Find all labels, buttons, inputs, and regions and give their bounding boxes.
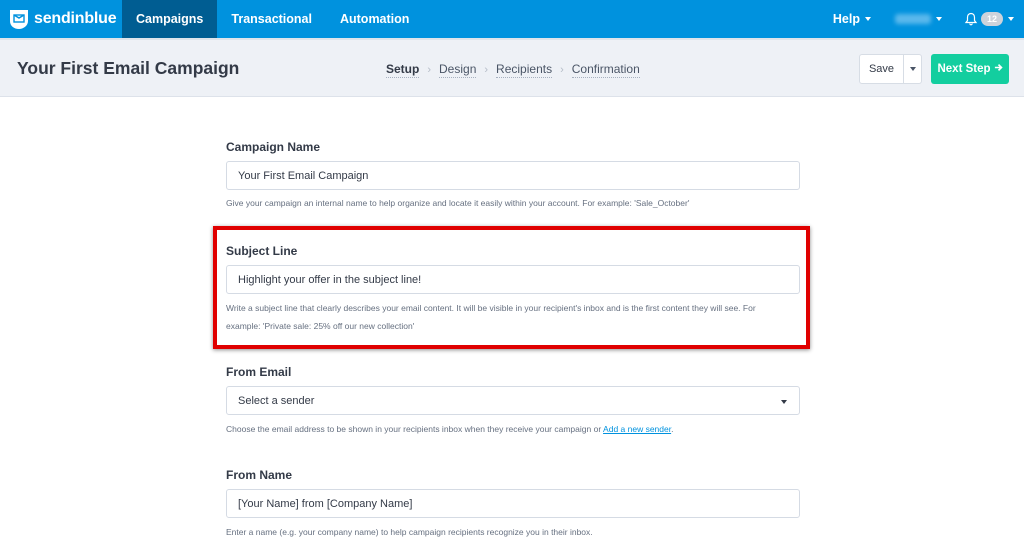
from-name-help: Enter a name (e.g. your company name) to… bbox=[226, 527, 593, 537]
chevron-down-icon bbox=[864, 17, 871, 21]
step-breadcrumb: Setup › Design › Recipients › Confirmati… bbox=[386, 62, 640, 78]
page-title: Your First Email Campaign bbox=[17, 58, 240, 78]
from-name-value: [Your Name] from [Company Name] bbox=[238, 497, 413, 510]
arrow-right-icon bbox=[994, 63, 1003, 75]
chevron-right-icon: › bbox=[427, 64, 432, 76]
brand-logo[interactable]: sendinblue bbox=[0, 0, 122, 38]
brand-name: sendinblue bbox=[34, 10, 117, 27]
campaign-name-value: Your First Email Campaign bbox=[238, 169, 369, 182]
step-setup[interactable]: Setup bbox=[386, 62, 420, 78]
save-options-dropdown[interactable] bbox=[904, 55, 921, 83]
from-name-label: From Name bbox=[226, 468, 293, 482]
from-email-label: From Email bbox=[226, 365, 292, 379]
from-email-help-suffix: . bbox=[671, 424, 674, 434]
notifications-menu[interactable]: 12 bbox=[964, 12, 1014, 26]
account-name-redacted bbox=[894, 14, 931, 24]
from-email-value: Select a sender bbox=[238, 394, 315, 407]
step-recipients[interactable]: Recipients bbox=[496, 62, 553, 78]
bell-icon bbox=[964, 12, 978, 26]
subject-line-highlight-box bbox=[213, 226, 810, 349]
chevron-down-icon bbox=[781, 400, 787, 404]
from-email-help: Choose the email address to be shown in … bbox=[226, 420, 806, 438]
save-button-group: Save bbox=[859, 54, 922, 84]
nav-item-transactional[interactable]: Transactional bbox=[217, 0, 326, 38]
next-step-label: Next Step bbox=[937, 63, 991, 75]
from-name-input[interactable]: [Your Name] from [Company Name] bbox=[226, 489, 800, 518]
envelope-shield-icon bbox=[8, 8, 30, 30]
from-email-help-text: Choose the email address to be shown in … bbox=[226, 424, 604, 434]
save-button[interactable]: Save bbox=[860, 55, 904, 83]
chevron-down-icon bbox=[935, 17, 942, 21]
chevron-down-icon bbox=[909, 67, 916, 71]
campaign-name-input[interactable]: Your First Email Campaign bbox=[226, 161, 800, 190]
step-design[interactable]: Design bbox=[439, 62, 477, 78]
campaign-name-help: Give your campaign an internal name to h… bbox=[226, 198, 690, 208]
next-step-button[interactable]: Next Step bbox=[931, 54, 1009, 84]
account-menu[interactable] bbox=[894, 14, 942, 24]
add-new-sender-link[interactable]: Add a new sender bbox=[603, 424, 671, 434]
top-navbar: sendinblue Campaigns Transactional Autom… bbox=[0, 0, 1024, 38]
chevron-right-icon: › bbox=[484, 64, 489, 76]
nav-item-campaigns[interactable]: Campaigns bbox=[122, 0, 218, 38]
chevron-down-icon bbox=[1008, 17, 1014, 21]
help-menu[interactable]: Help bbox=[833, 12, 871, 26]
from-email-select[interactable]: Select a sender bbox=[226, 386, 800, 415]
campaign-header: Your First Email Campaign Setup › Design… bbox=[0, 38, 1024, 97]
campaign-name-label: Campaign Name bbox=[226, 140, 321, 154]
nav-item-automation[interactable]: Automation bbox=[326, 0, 423, 38]
chevron-right-icon: › bbox=[560, 64, 564, 76]
help-label: Help bbox=[832, 12, 860, 26]
notification-count-badge: 12 bbox=[980, 12, 1003, 26]
nav-right-group: Help 12 bbox=[833, 0, 1024, 38]
step-confirmation[interactable]: Confirmation bbox=[571, 62, 640, 78]
